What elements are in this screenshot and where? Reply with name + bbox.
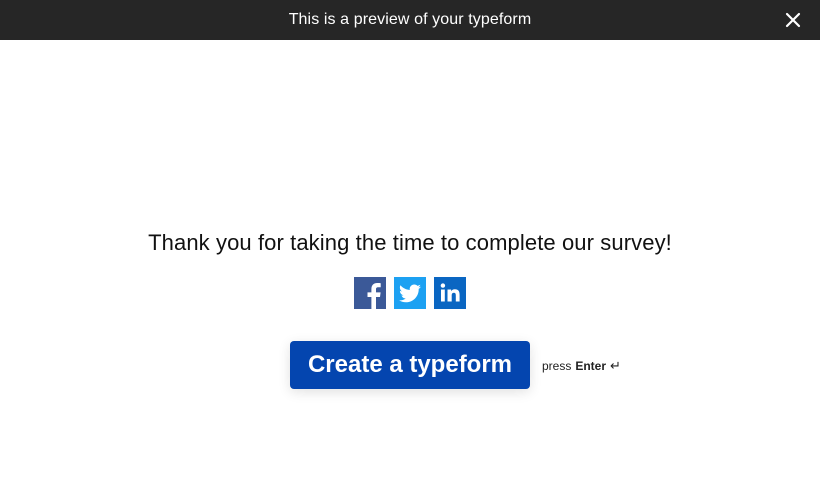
hint-enter-key: Enter [575, 359, 607, 373]
social-share-buttons [0, 277, 820, 309]
cta-row: Create a typeform press Enter ↵ [290, 341, 621, 389]
create-typeform-button[interactable]: Create a typeform [290, 341, 530, 389]
linkedin-icon[interactable] [434, 277, 466, 309]
enter-key-icon: ↵ [610, 358, 621, 373]
twitter-icon[interactable] [394, 277, 426, 309]
facebook-icon[interactable] [354, 277, 386, 309]
close-icon[interactable] [784, 11, 802, 29]
enter-hint: press Enter ↵ [542, 358, 621, 374]
preview-banner-text: This is a preview of your typeform [288, 11, 532, 28]
hint-press-text: press [542, 359, 572, 373]
thank-you-message: Thank you for taking the time to complet… [148, 230, 672, 255]
preview-banner: This is a preview of your typeform [0, 0, 820, 40]
